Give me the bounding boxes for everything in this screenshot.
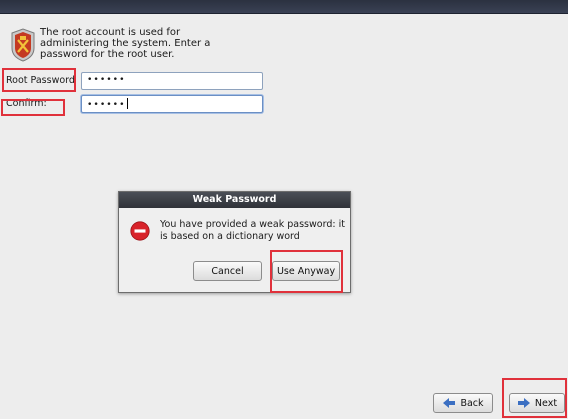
dialog-message: You have provided a weak password: it is… xyxy=(160,219,345,242)
dialog-title: Weak Password xyxy=(119,192,350,208)
highlight-next-button xyxy=(502,378,567,418)
arrow-left-icon xyxy=(443,398,456,408)
error-icon xyxy=(130,221,150,241)
cancel-button[interactable]: Cancel xyxy=(193,261,262,281)
cancel-button-label: Cancel xyxy=(211,265,244,277)
highlight-root-password-label xyxy=(2,68,76,92)
back-button-label: Back xyxy=(460,397,484,409)
root-password-input[interactable]: •••••• xyxy=(81,72,263,90)
header-description: The root account is used for administeri… xyxy=(40,27,211,60)
highlight-confirm-label xyxy=(1,99,65,116)
root-password-value: •••••• xyxy=(87,75,126,85)
security-badge-icon xyxy=(11,28,35,62)
text-caret xyxy=(126,98,128,109)
back-button[interactable]: Back xyxy=(433,393,493,413)
confirm-password-input[interactable]: •••••• xyxy=(81,95,263,113)
top-banner xyxy=(0,0,568,14)
highlight-use-anyway xyxy=(270,250,343,293)
confirm-password-value: •••••• xyxy=(87,100,126,110)
installer-window: The root account is used for administeri… xyxy=(0,0,568,419)
